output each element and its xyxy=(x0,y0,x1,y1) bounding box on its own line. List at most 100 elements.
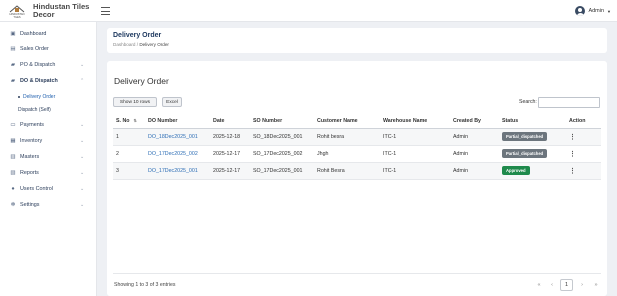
reports-icon: ▧ xyxy=(10,170,16,176)
cell-sno: 3 xyxy=(113,162,145,180)
table-row: 1 DO_18Dec2025_001 2025-12-18 SO_18Dec20… xyxy=(113,128,601,146)
dashboard-icon: ▣ xyxy=(10,31,16,37)
sidebar-item-dashboard[interactable]: ▣ Dashboard xyxy=(0,27,97,41)
breadcrumb-current: Delivery Order xyxy=(139,42,169,47)
column-header-warehouse-name[interactable]: Warehouse Name xyxy=(380,114,450,129)
chevron-down-icon: ⌄ xyxy=(80,138,85,144)
cell-customer: Rohit Besra xyxy=(314,162,380,180)
chevron-down-icon: ⌄ xyxy=(80,62,85,68)
sidebar-item-sales-order[interactable]: ▤ Sales Order xyxy=(0,42,97,56)
cell-sno: 1 xyxy=(113,128,145,146)
truck-icon: ▰ xyxy=(10,62,16,68)
sidebar-item-reports[interactable]: ▧ Reports ⌄ xyxy=(0,166,97,180)
cell-customer: Rohit besra xyxy=(314,128,380,146)
sidebar-item-users-control[interactable]: ● Users Control ⌄ xyxy=(0,182,97,196)
sidebar-item-label: Reports xyxy=(20,170,39,176)
search-input[interactable] xyxy=(538,97,600,108)
more-actions-icon[interactable]: ⋮ xyxy=(569,168,576,175)
chevron-down-icon: ⌄ xyxy=(80,202,85,208)
company-logo[interactable]: HINDUSTAN TILES xyxy=(6,3,28,19)
do-number-link[interactable]: DO_18Dec2025_001 xyxy=(148,134,198,140)
sidebar-item-label: Inventory xyxy=(20,138,43,144)
user-menu[interactable]: Admin ▼ xyxy=(575,5,611,17)
cell-so-number: SO_17Dec2025_002 xyxy=(250,145,314,163)
gear-icon: ✻ xyxy=(10,202,16,208)
sidebar-subitem-delivery-order[interactable]: Delivery Order xyxy=(18,94,55,100)
cell-so-number: SO_17Dec2025_001 xyxy=(250,162,314,180)
breadcrumb: Dashboard / Delivery Order xyxy=(113,42,169,47)
inventory-icon: ▦ xyxy=(10,138,16,144)
pagination-prev-button[interactable]: ‹ xyxy=(547,279,557,291)
cell-date: 2025-12-17 xyxy=(210,145,250,163)
breadcrumb-separator: / xyxy=(136,42,139,47)
sidebar-subitem-dispatch-self[interactable]: Dispatch (Self) xyxy=(18,107,51,113)
sidebar-item-do-dispatch[interactable]: ▰ DO & Dispatch ⌃ xyxy=(0,74,97,88)
status-badge: Partial_dispatched xyxy=(502,132,548,141)
avatar-icon xyxy=(575,6,586,16)
payment-icon: ▭ xyxy=(10,122,16,128)
page-title: Delivery Order xyxy=(113,32,162,39)
more-actions-icon[interactable]: ⋮ xyxy=(569,151,576,158)
chevron-up-icon: ⌃ xyxy=(80,78,85,84)
column-header-created-by[interactable]: Created By xyxy=(450,114,499,129)
status-badge: Partial_dispatched xyxy=(502,149,548,158)
column-header-sno[interactable]: S. No ⇅ xyxy=(113,114,145,129)
card-title: Delivery Order xyxy=(114,76,169,86)
sidebar-subitem-label: Dispatch (Self) xyxy=(18,107,51,113)
chevron-down-icon: ⌄ xyxy=(80,122,85,128)
pagination-next-button[interactable]: › xyxy=(577,279,587,291)
sidebar-item-masters[interactable]: ▥ Masters ⌄ xyxy=(0,150,97,164)
users-icon: ● xyxy=(11,186,15,192)
sidebar-item-label: PO & Dispatch xyxy=(20,62,56,68)
sort-icon: ⇅ xyxy=(133,117,137,123)
column-header-customer-name[interactable]: Customer Name xyxy=(314,114,380,129)
more-actions-icon[interactable]: ⋮ xyxy=(569,134,576,141)
cell-warehouse: ITC-1 xyxy=(380,162,450,180)
sidebar-item-po-dispatch[interactable]: ▰ PO & Dispatch ⌄ xyxy=(0,58,97,72)
breadcrumb-home[interactable]: Dashboard xyxy=(113,42,135,47)
sidebar-item-label: Users Control xyxy=(20,186,53,192)
user-name: Admin xyxy=(588,8,605,14)
column-header-date[interactable]: Date xyxy=(210,114,250,129)
table-info: Showing 1 to 3 of 3 entries xyxy=(114,282,176,288)
menu-toggle-icon[interactable] xyxy=(101,7,110,15)
table-row: 2 DO_17Dec2025_002 2025-12-17 SO_17Dec20… xyxy=(113,145,601,163)
sidebar-item-payments[interactable]: ▭ Payments ⌄ xyxy=(0,118,97,132)
truck-icon: ▰ xyxy=(10,78,16,84)
pagination-first-button[interactable]: « xyxy=(534,279,544,291)
column-header-status[interactable]: Status xyxy=(499,114,566,129)
table-row: 3 DO_17Dec2025_001 2025-12-17 SO_17Dec20… xyxy=(113,162,601,180)
sidebar: ▣ Dashboard ▤ Sales Order ▰ PO & Dispatc… xyxy=(0,22,97,296)
delivery-order-table: S. No ⇅ DO Number Date SO Number Customer… xyxy=(113,114,601,180)
cell-so-number: SO_18Dec2025_001 xyxy=(250,128,314,146)
sidebar-item-label: DO & Dispatch xyxy=(20,78,58,84)
sidebar-item-label: Dashboard xyxy=(20,31,47,37)
brand-name: Hindustan Tiles Decor xyxy=(33,3,89,19)
chevron-down-icon: ⌄ xyxy=(80,186,85,192)
top-bar: HINDUSTAN TILES Hindustan Tiles Decor Ad… xyxy=(0,0,617,22)
do-number-link[interactable]: DO_17Dec2025_001 xyxy=(148,168,198,174)
caret-down-icon: ▼ xyxy=(607,8,611,14)
do-number-link[interactable]: DO_17Dec2025_002 xyxy=(148,151,198,157)
cell-customer: Jhgh xyxy=(314,145,380,163)
sidebar-item-settings[interactable]: ✻ Settings ⌄ xyxy=(0,198,97,212)
search-label: Search: xyxy=(519,99,537,105)
logo-mark-icon xyxy=(9,5,25,13)
column-header-so-number[interactable]: SO Number xyxy=(250,114,314,129)
cell-warehouse: ITC-1 xyxy=(380,128,450,146)
pagination-last-button[interactable]: » xyxy=(591,279,601,291)
pagination-page-1[interactable]: 1 xyxy=(560,279,573,291)
column-header-do-number[interactable]: DO Number xyxy=(145,114,210,129)
cell-date: 2025-12-18 xyxy=(210,128,250,146)
excel-button[interactable]: Excel xyxy=(162,97,182,107)
delivery-order-card: Delivery Order Show 10 rows Excel Search… xyxy=(107,61,607,296)
show-rows-button[interactable]: Show 10 rows xyxy=(113,97,157,107)
sidebar-item-inventory[interactable]: ▦ Inventory ⌄ xyxy=(0,134,97,148)
sidebar-item-label: Masters xyxy=(20,154,40,160)
cell-date: 2025-12-17 xyxy=(210,162,250,180)
status-badge: Approved xyxy=(502,166,530,175)
cell-created-by: Admin xyxy=(450,128,499,146)
sidebar-item-label: Sales Order xyxy=(20,46,49,52)
sidebar-subitem-label: Delivery Order xyxy=(23,94,56,100)
table-header-row: S. No ⇅ DO Number Date SO Number Customer… xyxy=(113,114,601,129)
